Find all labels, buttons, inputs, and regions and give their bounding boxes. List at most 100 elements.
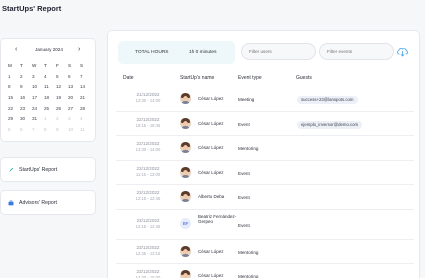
- calendar-day[interactable]: 20: [68, 93, 80, 104]
- avatar: [180, 166, 191, 178]
- calendar-day[interactable]: 10: [32, 82, 44, 93]
- nav-advisors-report-label: Advisors' Report: [19, 200, 57, 206]
- nav-startups-report[interactable]: StartUps' Report: [0, 157, 96, 182]
- calendar-day[interactable]: 26: [56, 104, 68, 115]
- chevron-right-icon[interactable]: ›: [78, 46, 80, 54]
- chevron-left-icon[interactable]: ‹: [15, 46, 17, 54]
- calendar-weekday: T: [44, 63, 47, 68]
- calendar-day[interactable]: 23: [20, 104, 32, 115]
- calendar-day[interactable]: 4: [44, 72, 56, 83]
- calendar-day[interactable]: 17: [32, 93, 44, 104]
- calendar-day[interactable]: 18: [44, 93, 56, 104]
- calendar-day[interactable]: 28: [80, 104, 92, 115]
- calendar-day[interactable]: 6: [68, 72, 80, 83]
- calendar-day[interactable]: 11: [80, 125, 92, 136]
- calendar-day[interactable]: 7: [32, 125, 44, 136]
- page-title: StartUps' Report: [2, 4, 62, 13]
- date-cell: 22/12/2022 18:15 - 18:45: [116, 117, 180, 129]
- calendar-day[interactable]: 25: [44, 104, 56, 115]
- table-row[interactable]: 23/12/2022 12:15 - 12:45 Alberto Deba Event: [116, 185, 414, 210]
- calendar-day[interactable]: 8: [8, 82, 20, 93]
- calendar-day[interactable]: 31: [32, 114, 44, 125]
- calendar-day[interactable]: 16: [20, 93, 32, 104]
- calendar-header: January 2024 ‹ ›: [1, 46, 97, 54]
- avatar: [180, 142, 191, 153]
- calendar-day[interactable]: 9: [20, 82, 32, 93]
- calendar-card: January 2024 ‹ › M T W T F S S 1 2 3 4 5 6 7 8 9 10 11 12 1…: [0, 38, 96, 142]
- table-row[interactable]: 23/12/2022 12:45 - 13:15 César López Mentor…: [116, 240, 414, 264]
- table-body: 21/12/2022 13:30 - 14:00 César López Meetin…: [116, 87, 414, 278]
- calendar-day[interactable]: 24: [32, 104, 44, 115]
- calendar-day[interactable]: 13: [68, 82, 80, 93]
- filter-users-input[interactable]: [241, 43, 316, 60]
- calendar-day[interactable]: 1: [8, 72, 20, 83]
- calendar-day[interactable]: 10: [68, 125, 80, 136]
- startup-cell: César López: [180, 165, 240, 181]
- calendar-day[interactable]: 1: [44, 114, 56, 125]
- calendar-weekday: F: [56, 63, 59, 68]
- event-type: Meeting: [238, 97, 255, 102]
- event-time: 13:30 - 14:00: [135, 147, 161, 152]
- table-row[interactable]: 23/12/2022 14:30 - 15:00 César López Mentor…: [116, 264, 414, 278]
- event-time: 12:15 - 12:45: [135, 196, 161, 201]
- date-cell: 22/12/2022 13:30 - 14:00: [116, 141, 180, 153]
- calendar-day[interactable]: 21: [80, 93, 92, 104]
- calendar-day[interactable]: 5: [8, 125, 20, 136]
- briefcase-icon: [8, 200, 14, 206]
- avatar-initials: BF: [180, 217, 191, 229]
- avatar-shirt: [181, 174, 190, 178]
- date-cell: 23/12/2022 14:30 - 15:00: [116, 269, 180, 278]
- startup-name: César López: [198, 145, 224, 150]
- calendar-weekday: T: [20, 63, 23, 68]
- avatar-shirt: [181, 101, 190, 104]
- calendar-day[interactable]: 8: [44, 125, 56, 136]
- calendar-day[interactable]: 2: [20, 72, 32, 83]
- event-type: Mentoring: [238, 146, 259, 151]
- calendar-day[interactable]: 29: [8, 114, 20, 125]
- table-row[interactable]: 22/12/2022 18:15 - 18:45 César López Event e…: [116, 112, 414, 136]
- event-time: 13:30 - 14:00: [135, 98, 161, 103]
- calendar-day[interactable]: 30: [20, 114, 32, 125]
- table-row[interactable]: 21/12/2022 13:30 - 14:00 César López Meetin…: [116, 87, 414, 112]
- calendar-day[interactable]: 2: [56, 114, 68, 125]
- calendar-day[interactable]: 5: [56, 72, 68, 83]
- calendar-day[interactable]: 22: [8, 104, 20, 115]
- calendar-day[interactable]: 6: [20, 125, 32, 136]
- event-type: Mentoring: [238, 249, 259, 255]
- calendar-weekday: S: [68, 63, 72, 68]
- calendar-day[interactable]: 15: [8, 93, 20, 104]
- startup-name: César López: [198, 248, 224, 254]
- table-header: Date StartUp's name Event type Guests: [108, 73, 421, 83]
- calendar-day[interactable]: 9: [56, 125, 68, 136]
- event-type: Event: [238, 195, 250, 200]
- startup-name: César López: [198, 120, 224, 126]
- event-type: Event: [238, 222, 250, 228]
- calendar-day[interactable]: 3: [68, 114, 80, 125]
- calendar-day[interactable]: 7: [80, 72, 92, 83]
- table-row[interactable]: 23/12/2022 11:15 - 13:00 César López Event: [116, 161, 414, 185]
- startup-cell: César López: [180, 140, 240, 156]
- table-row[interactable]: 22/12/2022 13:30 - 14:00 César López Mentor…: [116, 136, 414, 161]
- startup-name: César López: [198, 96, 224, 101]
- calendar-day[interactable]: 11: [44, 82, 56, 93]
- filter-events-input[interactable]: [319, 43, 394, 60]
- calendar-day[interactable]: 14: [80, 82, 92, 93]
- cloud-download-icon[interactable]: [396, 46, 409, 57]
- event-time: 12:45 - 13:15: [135, 250, 161, 256]
- calendar-day[interactable]: 3: [32, 72, 44, 83]
- calendar-day[interactable]: 4: [80, 114, 92, 125]
- startup-name: Alberto Deba: [198, 194, 225, 199]
- event-type: Mentoring: [238, 274, 259, 278]
- nav-advisors-report[interactable]: Advisors' Report: [0, 190, 96, 215]
- calendar-day[interactable]: 19: [56, 93, 68, 104]
- avatar: [180, 270, 191, 278]
- table-row[interactable]: 23/12/2022 12:15 - 12:45 BF Beatriz Fernánd…: [116, 210, 414, 240]
- column-header-startup-name: StartUp's name: [180, 75, 215, 81]
- avatar-shirt: [181, 125, 190, 129]
- calendar-day[interactable]: 27: [68, 104, 80, 115]
- avatar-shirt: [181, 150, 190, 153]
- avatar-shirt: [181, 253, 190, 257]
- calendar-day[interactable]: 12: [56, 82, 68, 93]
- guest-chip: success+23@lanspots.com: [297, 96, 358, 104]
- avatar-shirt: [181, 199, 190, 202]
